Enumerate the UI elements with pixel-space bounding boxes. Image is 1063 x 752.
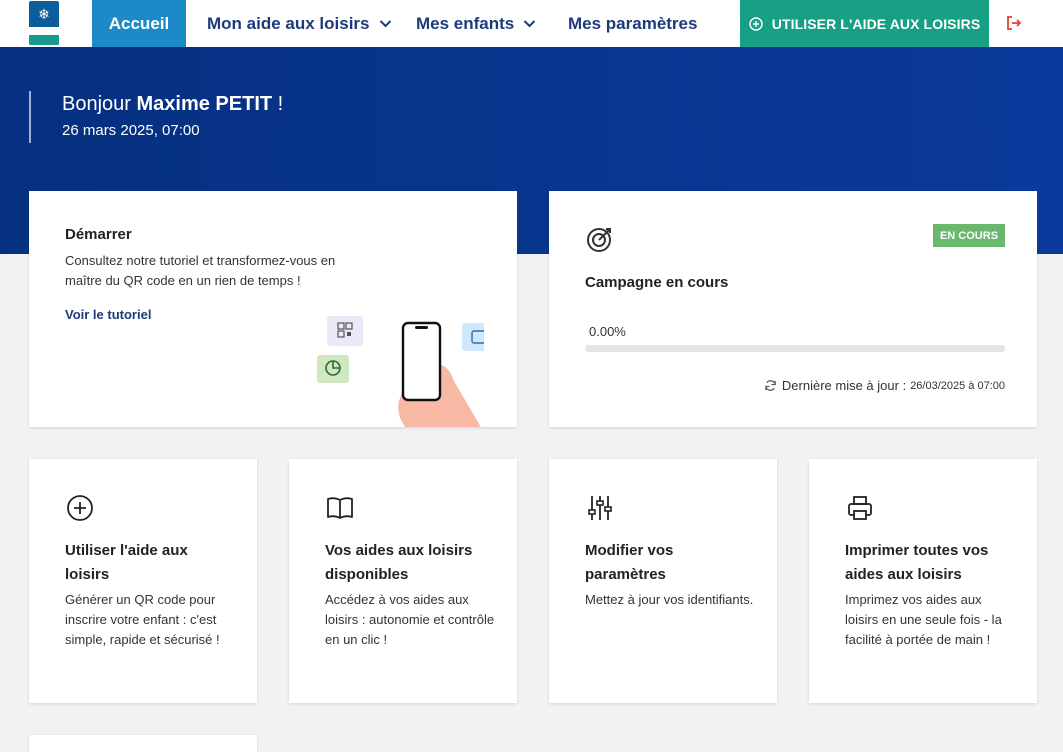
tile-use-aid[interactable]: Utiliser l'aide aux loisirs Générer un Q… bbox=[29, 459, 257, 703]
partial-card bbox=[29, 735, 257, 752]
nav-item-mes-parametres[interactable]: Mes paramètres bbox=[568, 0, 697, 47]
logout-icon[interactable] bbox=[1005, 14, 1023, 32]
last-update: Dernière mise à jour : 26/03/2025 à 07:0… bbox=[764, 378, 1005, 393]
status-badge: EN COURS bbox=[933, 224, 1005, 247]
nav-item-accueil[interactable]: Accueil bbox=[92, 0, 186, 47]
top-navbar: ❄ Accueil Mon aide aux loisirs Mes enfan… bbox=[0, 0, 1063, 47]
tile-title: Modifier vos paramètres bbox=[585, 542, 674, 583]
tile-title: Imprimer toutes vos aides aux loisirs bbox=[845, 542, 989, 583]
greeting-suffix: ! bbox=[272, 93, 284, 115]
snowflake-icon: ❄ bbox=[38, 5, 50, 22]
start-card-description: Consultez notre tutoriel et transformez-… bbox=[65, 253, 336, 288]
tile-print[interactable]: Imprimer toutes vos aides aux loisirs Im… bbox=[809, 459, 1037, 703]
tile-text: Générer un QR code pour inscrire votre e… bbox=[65, 592, 220, 647]
tile-text: Accédez à vos aides aux loisirs : autono… bbox=[325, 592, 495, 647]
user-name: Maxime PETIT bbox=[136, 93, 273, 115]
plus-circle-icon bbox=[749, 16, 763, 31]
campaign-progress-bar bbox=[585, 345, 1005, 352]
caf-logo[interactable]: ❄ bbox=[29, 1, 59, 45]
greeting: Bonjour Maxime PETIT ! bbox=[62, 93, 283, 116]
last-update-label: Dernière mise à jour : bbox=[781, 378, 907, 393]
greeting-prefix: Bonjour bbox=[62, 93, 137, 115]
use-aid-label: UTILISER L'AIDE AUX LOISIRS bbox=[771, 15, 981, 32]
campaign-card: EN COURS Campagne en cours 0.00% Dernièr… bbox=[549, 191, 1037, 427]
hero-divider bbox=[29, 91, 31, 143]
phone-illustration bbox=[317, 316, 484, 427]
printer-icon bbox=[848, 496, 872, 520]
current-date: 26 mars 2025, 07:00 bbox=[62, 122, 200, 139]
plus-circle-icon bbox=[67, 495, 93, 521]
use-aid-button[interactable]: UTILISER L'AIDE AUX LOISIRS bbox=[740, 0, 989, 47]
nav-item-aide-loisirs[interactable]: Mon aide aux loisirs bbox=[207, 0, 392, 47]
progress-percent: 0.00% bbox=[589, 324, 626, 339]
tile-title: Utiliser l'aide aux loisirs bbox=[65, 542, 188, 583]
sliders-icon bbox=[588, 496, 612, 520]
nav-item-label: Mon aide aux loisirs bbox=[207, 13, 370, 33]
tile-title: Vos aides aux loisirs disponibles bbox=[325, 542, 473, 583]
campaign-title: Campagne en cours bbox=[585, 274, 729, 291]
nav-item-label: Accueil bbox=[108, 13, 170, 33]
nav-item-mes-enfants[interactable]: Mes enfants bbox=[416, 0, 536, 47]
tile-available-aids[interactable]: Vos aides aux loisirs disponibles Accéde… bbox=[289, 459, 517, 703]
book-icon bbox=[327, 497, 353, 519]
start-card-title: Démarrer bbox=[65, 226, 132, 243]
target-icon bbox=[587, 228, 611, 252]
last-update-timestamp: 26/03/2025 à 07:00 bbox=[910, 379, 1005, 392]
refresh-icon[interactable] bbox=[764, 379, 777, 392]
tile-text: Mettez à jour vos identifiants. bbox=[585, 592, 754, 607]
tutorial-link[interactable]: Voir le tutoriel bbox=[65, 307, 151, 322]
chevron-down-icon bbox=[379, 20, 391, 28]
nav-item-label: Mes enfants bbox=[416, 13, 515, 33]
chevron-down-icon bbox=[524, 20, 536, 28]
nav-item-label: Mes paramètres bbox=[568, 13, 698, 33]
start-card: Démarrer Consultez notre tutoriel et tra… bbox=[29, 191, 517, 427]
tile-text: Imprimez vos aides aux loisirs en une se… bbox=[845, 592, 1002, 647]
tile-settings[interactable]: Modifier vos paramètres Mettez à jour vo… bbox=[549, 459, 777, 703]
